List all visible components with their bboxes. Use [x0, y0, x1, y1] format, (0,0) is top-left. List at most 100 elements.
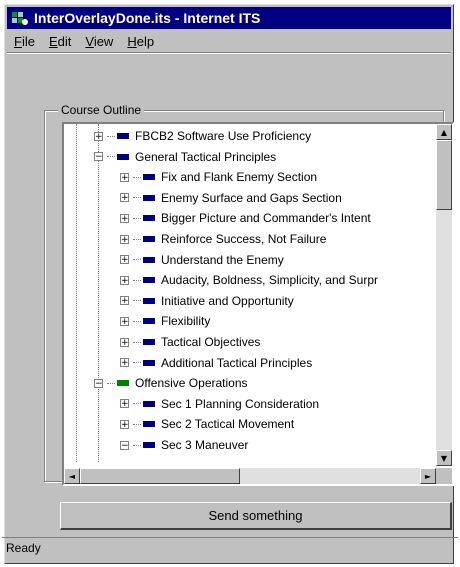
node-icon — [143, 339, 155, 345]
node-icon — [143, 277, 155, 284]
tree-connector-line — [98, 124, 99, 462]
course-outline-label: Course Outline — [58, 103, 145, 117]
title-bar[interactable]: InterOverlayDone.its - Internet ITS — [7, 7, 451, 29]
expand-icon[interactable]: + — [120, 275, 129, 285]
collapse-icon[interactable]: − — [94, 152, 103, 162]
menu-label-rest: elp — [136, 33, 155, 49]
send-something-button[interactable]: Send something — [60, 502, 452, 530]
scroll-left-button[interactable]: ◄ — [64, 468, 80, 484]
tree-item-label: Additional Tactical Principles — [161, 355, 313, 370]
tree-item-label: Fix and Flank Enemy Section — [161, 170, 318, 185]
node-icon — [143, 421, 155, 428]
tree-item-label: Reinforce Success, Not Failure — [161, 232, 327, 246]
tree-connector-line — [76, 124, 77, 462]
expand-icon[interactable]: + — [120, 234, 129, 244]
vertical-scrollbar[interactable]: ▲ ▼ — [436, 124, 452, 466]
node-icon — [143, 359, 155, 366]
course-outline-tree[interactable]: + FBCB2 Software Use Proficiency − General … — [62, 122, 454, 486]
expand-icon[interactable]: + — [120, 316, 129, 326]
tree-branch-line — [133, 341, 141, 343]
tree-branch-line — [107, 382, 115, 384]
tree-item[interactable]: − Offensive Operations — [94, 373, 248, 393]
menu-help[interactable]: Help — [120, 34, 161, 49]
tree-item-label: Offensive Operations — [135, 376, 248, 391]
vertical-scroll-thumb[interactable] — [436, 140, 452, 210]
expand-icon[interactable]: + — [120, 419, 129, 429]
window-title: InterOverlayDone.its - Internet ITS — [34, 10, 261, 26]
menu-label-rest: iew — [93, 33, 114, 49]
node-icon — [143, 256, 155, 263]
tree-item-label: General Tactical Principles — [135, 149, 277, 164]
collapse-icon[interactable]: − — [94, 378, 103, 388]
expand-icon[interactable]: + — [120, 358, 129, 368]
menu-separator — [7, 52, 451, 54]
scroll-right-button[interactable]: ► — [420, 468, 436, 484]
scrollbar-corner — [436, 468, 452, 484]
tree-item-label: Enemy Surface and Gaps Section — [161, 190, 342, 205]
status-text: Ready — [6, 540, 41, 555]
tree-viewport: + FBCB2 Software Use Proficiency − General … — [64, 124, 434, 462]
tree-branch-line — [107, 156, 115, 158]
expand-icon[interactable]: + — [120, 296, 129, 306]
tree-item[interactable]: + Flexibility — [120, 311, 210, 331]
horizontal-scrollbar[interactable]: ◄ ► — [64, 468, 436, 484]
node-icon — [117, 380, 129, 387]
tree-branch-line — [107, 135, 115, 137]
tree-item[interactable]: + Additional Tactical Principles — [120, 353, 312, 373]
expand-icon[interactable]: + — [120, 213, 129, 223]
tree-item[interactable]: + Reinforce Success, Not Failure — [120, 229, 326, 249]
tree-item[interactable]: − General Tactical Principles — [94, 147, 276, 167]
horizontal-scroll-thumb[interactable] — [80, 468, 240, 484]
tree-branch-line — [133, 176, 141, 178]
status-bar: Ready — [2, 537, 458, 557]
tree-item[interactable]: + Tactical Objectives — [120, 332, 260, 352]
node-icon — [143, 442, 155, 448]
menu-accelerator: H — [127, 33, 137, 49]
tree-branch-line — [133, 423, 141, 425]
tree-item-label: Sec 1 Planning Consideration — [161, 396, 320, 411]
tree-item[interactable]: + Understand the Enemy — [120, 250, 284, 270]
tree-item[interactable]: + Sec 2 Tactical Movement — [120, 414, 294, 434]
expand-icon[interactable]: + — [120, 193, 129, 203]
expand-icon[interactable]: + — [120, 255, 129, 265]
expand-icon[interactable]: + — [120, 172, 129, 182]
tree-item[interactable]: + Bigger Picture and Commander's Intent — [120, 208, 371, 228]
tree-item-label: Tactical Objectives — [161, 335, 261, 349]
menu-label-rest: dit — [57, 33, 72, 49]
tree-branch-line — [133, 217, 141, 219]
expand-icon[interactable]: + — [120, 399, 129, 409]
scroll-down-button[interactable]: ▼ — [436, 450, 452, 466]
node-icon — [143, 297, 155, 304]
tree-item[interactable]: + Enemy Surface and Gaps Section — [120, 188, 342, 208]
menu-accelerator: F — [14, 33, 22, 49]
menu-bar: File Edit View Help — [7, 31, 451, 51]
tree-item[interactable]: + FBCB2 Software Use Proficiency — [94, 126, 311, 146]
tree-item-label: Audacity, Boldness, Simplicity, and Surp… — [161, 273, 378, 288]
node-icon — [143, 174, 155, 181]
tree-item[interactable]: + Fix and Flank Enemy Section — [120, 167, 317, 187]
tree-item[interactable]: + Sec 1 Planning Consideration — [120, 394, 319, 414]
menu-label-rest: ile — [21, 33, 35, 49]
tree-branch-line — [133, 444, 141, 446]
tree-item-label: Initiative and Opportunity — [161, 293, 294, 308]
tree-item-label: Sec 3 Maneuver — [161, 438, 249, 452]
collapse-icon[interactable]: − — [120, 440, 129, 450]
tree-item[interactable]: + Audacity, Boldness, Simplicity, and Sur… — [120, 270, 378, 290]
menu-edit[interactable]: Edit — [42, 34, 78, 49]
menu-view[interactable]: View — [78, 34, 120, 49]
expand-icon[interactable]: + — [120, 337, 129, 347]
node-icon — [143, 236, 155, 242]
scroll-up-button[interactable]: ▲ — [436, 124, 452, 140]
expand-icon[interactable]: + — [94, 131, 103, 141]
menu-file[interactable]: File — [7, 34, 42, 49]
node-icon — [117, 133, 129, 139]
tree-branch-line — [133, 259, 141, 261]
node-icon — [143, 318, 155, 325]
tree-branch-line — [133, 403, 141, 405]
node-icon — [117, 153, 129, 160]
tree-item-label: Understand the Enemy — [161, 252, 284, 267]
tree-item[interactable]: − Sec 3 Maneuver — [120, 435, 248, 455]
tree-item[interactable]: + Initiative and Opportunity — [120, 291, 294, 311]
tree-branch-line — [133, 238, 141, 240]
tree-item-label: Flexibility — [161, 314, 211, 329]
